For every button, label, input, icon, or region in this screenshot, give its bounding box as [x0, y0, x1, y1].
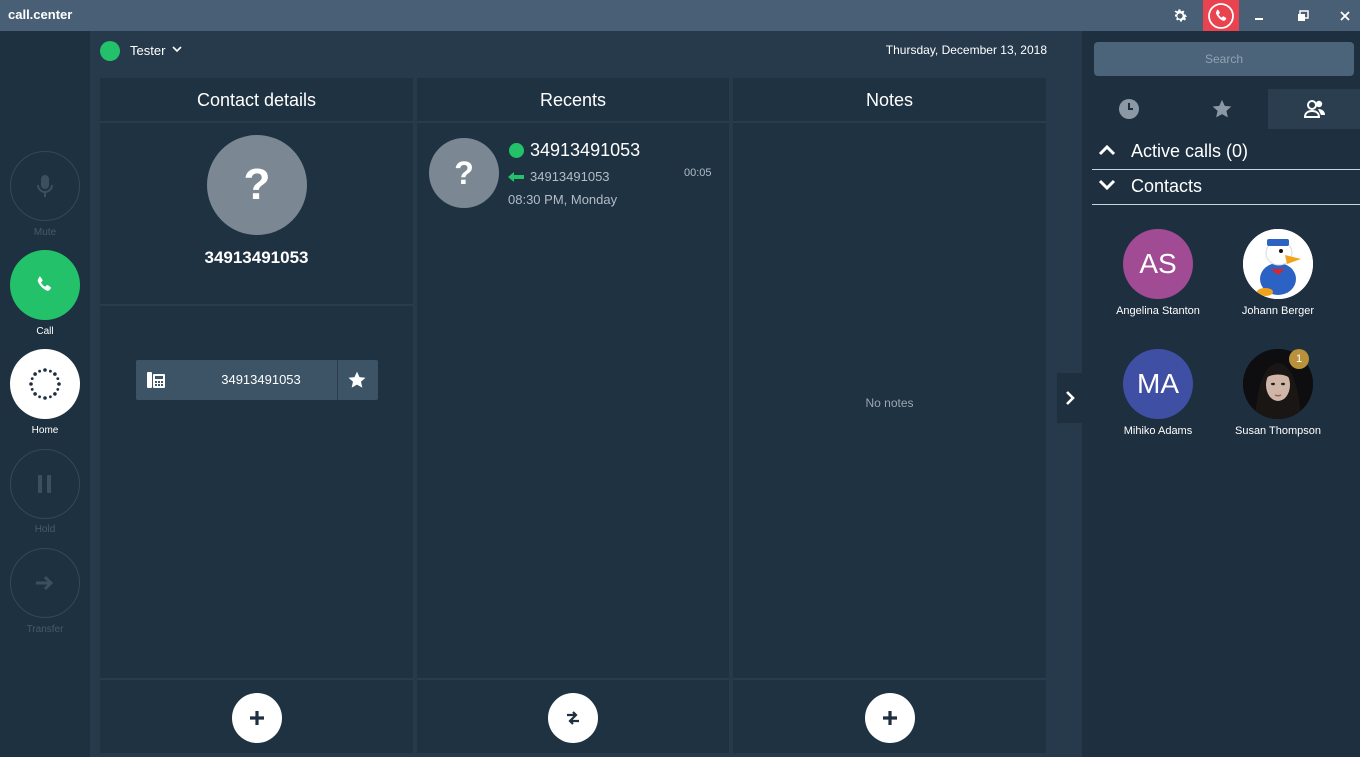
- home-button[interactable]: [10, 349, 80, 419]
- contacts-label: Contacts: [1131, 176, 1203, 196]
- chevron-right-icon: [1065, 391, 1075, 405]
- avatar: MA: [1123, 349, 1193, 419]
- minimize-button[interactable]: [1239, 0, 1279, 31]
- avatar: AS: [1123, 229, 1193, 299]
- avatar: [1243, 229, 1313, 299]
- star-icon: [1212, 99, 1231, 118]
- star-icon[interactable]: [347, 370, 367, 390]
- mute-label: Mute: [33, 227, 57, 238]
- tab-recents[interactable]: [1082, 89, 1175, 129]
- user-name[interactable]: Tester: [130, 43, 165, 58]
- current-date: Thursday, December 13, 2018: [885, 43, 1047, 57]
- contact-tile[interactable]: Johann Berger: [1217, 229, 1337, 339]
- pause-icon: [38, 475, 51, 493]
- title-bar: call.center: [0, 0, 1360, 31]
- contact-name: Susan Thompson: [1234, 425, 1322, 437]
- hold-label: Hold: [34, 524, 56, 535]
- phone-icon: [37, 276, 51, 291]
- duck-avatar-image: [1243, 229, 1313, 299]
- no-notes-text: No notes: [865, 396, 914, 410]
- dialpad-icon: [29, 368, 61, 400]
- chevron-down-icon[interactable]: [172, 44, 182, 54]
- sidebar-tabs: [1082, 89, 1360, 129]
- phone-icon: [1208, 2, 1234, 29]
- swap-icon: [567, 711, 579, 725]
- add-contact-button[interactable]: [232, 693, 282, 743]
- call-duration: 00:05: [684, 167, 712, 179]
- add-note-button[interactable]: [865, 693, 915, 743]
- transfer-label: Transfer: [26, 624, 64, 635]
- contact-details-footer: [100, 678, 413, 753]
- expand-panel-button[interactable]: [1057, 373, 1082, 423]
- arrow-right-icon: [36, 575, 54, 591]
- clock-icon: [1118, 99, 1139, 119]
- contacts-section[interactable]: Contacts: [1092, 170, 1360, 205]
- divider: [337, 360, 338, 400]
- recent-number: 34913491053: [530, 140, 641, 160]
- maximize-icon: [1298, 9, 1309, 21]
- mute-button[interactable]: [10, 151, 80, 221]
- transfer-button[interactable]: [10, 548, 80, 618]
- maximize-button[interactable]: [1283, 0, 1323, 31]
- notes-panel: Notes No notes: [733, 78, 1046, 753]
- hold-button[interactable]: [10, 449, 80, 519]
- phone-number: 34913491053: [221, 372, 301, 387]
- home-label: Home: [31, 425, 59, 436]
- notes-footer: [733, 678, 1046, 753]
- plus-icon: [883, 711, 897, 725]
- microphone-icon: [37, 175, 53, 197]
- desk-phone-icon: [147, 372, 165, 388]
- tab-favorites[interactable]: [1175, 89, 1268, 129]
- notes-title: Notes: [733, 78, 1046, 123]
- call-time: 08:30 PM, Monday: [508, 192, 618, 207]
- phone-number-row[interactable]: 34913491053: [136, 360, 378, 400]
- contact-tile[interactable]: Susan Thompson: [1217, 349, 1337, 459]
- incoming-arrow-icon: [508, 172, 524, 182]
- recents-footer: [417, 678, 729, 753]
- section-divider: [100, 304, 413, 306]
- contact-name: Mihiko Adams: [1123, 425, 1193, 437]
- active-calls-section[interactable]: Active calls (0): [1092, 135, 1360, 170]
- swap-button[interactable]: [548, 693, 598, 743]
- tab-contacts[interactable]: [1268, 89, 1360, 129]
- contact-tile[interactable]: AS Angelina Stanton: [1097, 229, 1217, 339]
- contact-name: Johann Berger: [1241, 305, 1315, 317]
- gear-icon: [1174, 8, 1188, 22]
- recents-title: Recents: [417, 78, 729, 123]
- search-input[interactable]: Search: [1094, 42, 1354, 76]
- status-dot: [509, 143, 524, 158]
- unread-badge: 1: [1289, 349, 1309, 369]
- contact-number: 34913491053: [204, 248, 309, 267]
- plus-icon: [250, 711, 264, 725]
- people-icon: [1303, 100, 1325, 118]
- contact-details-panel: Contact details ? 34913491053 3491349105…: [100, 78, 413, 753]
- call-button[interactable]: [10, 250, 80, 320]
- recents-panel: Recents ? 34913491053 34913491053 00:05 …: [417, 78, 729, 753]
- chevron-down-icon: [1098, 179, 1116, 191]
- hangup-button[interactable]: [1203, 0, 1239, 31]
- contact-details-title: Contact details: [100, 78, 413, 123]
- contact-tile[interactable]: MA Mihiko Adams: [1097, 349, 1217, 459]
- close-button[interactable]: [1325, 0, 1360, 31]
- app-title: call.center: [8, 7, 73, 22]
- recent-sub-number: 34913491053: [530, 169, 610, 184]
- close-icon: [1340, 10, 1350, 21]
- active-calls-label: Active calls (0): [1131, 141, 1249, 161]
- settings-button[interactable]: [1160, 0, 1200, 31]
- minimize-icon: [1255, 17, 1263, 20]
- presence-status-dot[interactable]: [100, 41, 120, 61]
- chevron-up-icon: [1098, 144, 1116, 156]
- recent-avatar: ?: [429, 138, 499, 208]
- contact-name: Angelina Stanton: [1116, 305, 1200, 317]
- contact-avatar: ?: [207, 135, 307, 235]
- call-label: Call: [36, 326, 54, 337]
